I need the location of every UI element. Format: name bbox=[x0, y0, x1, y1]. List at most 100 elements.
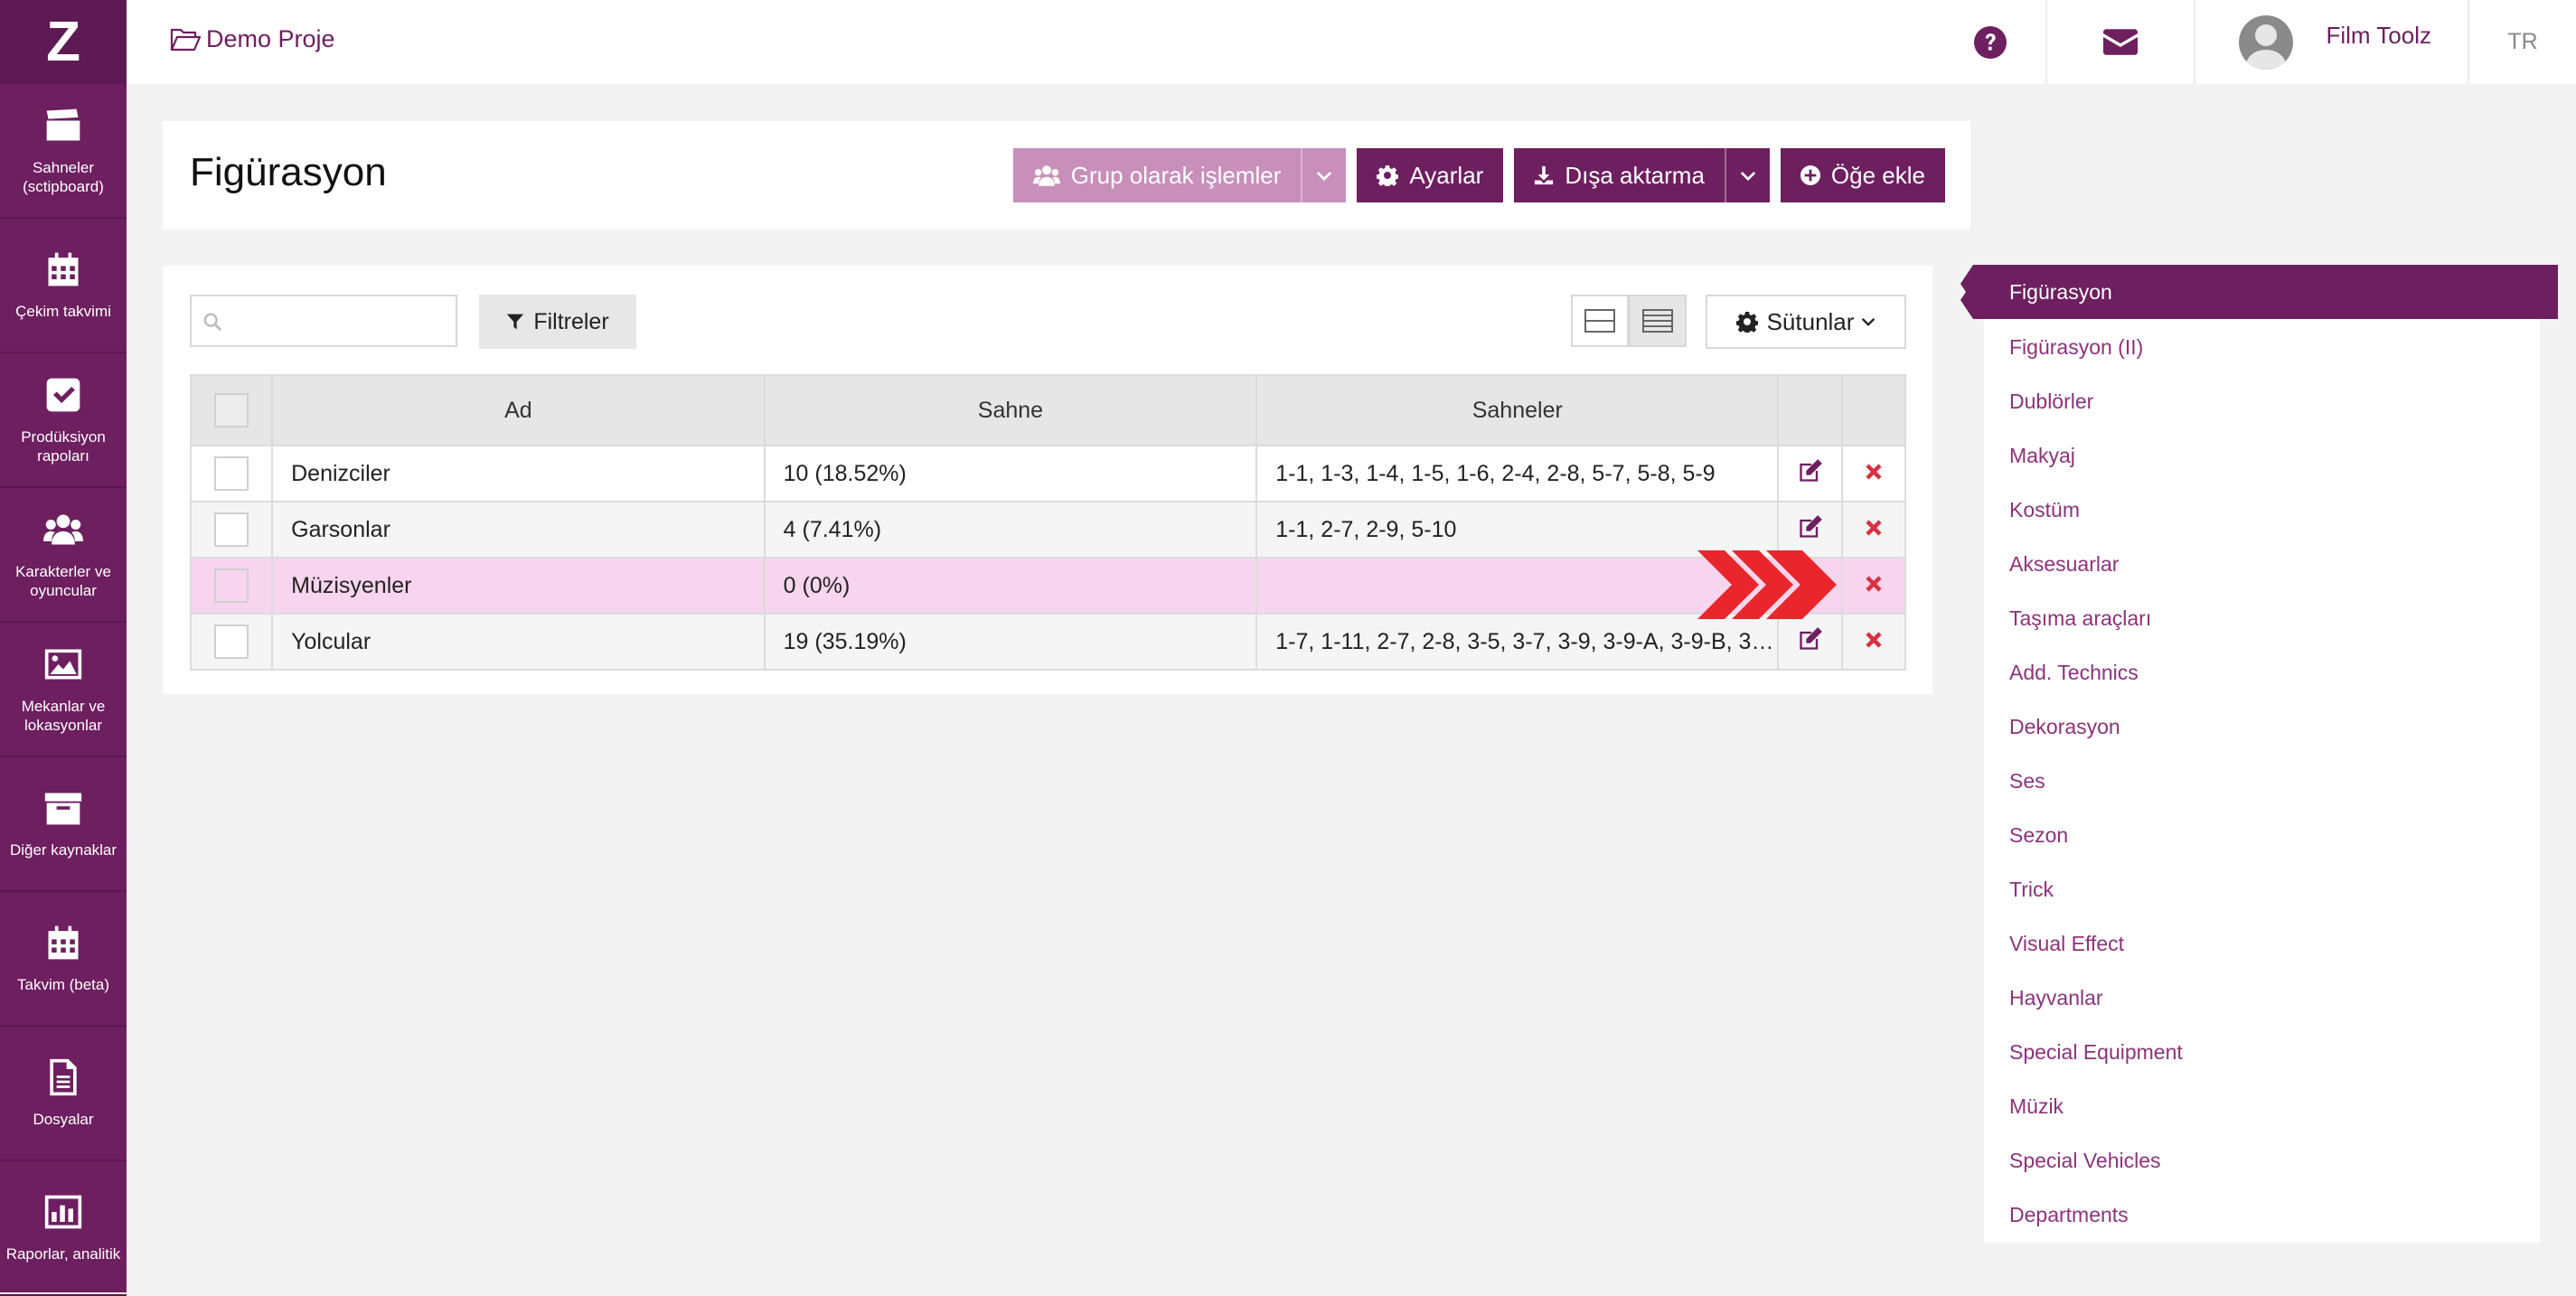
active-notch-icon bbox=[1948, 265, 1973, 319]
table-row[interactable]: Denizciler 10 (18.52%) 1-1, 1-3, 1-4, 1-… bbox=[189, 445, 1907, 502]
app-logo[interactable]: Z bbox=[0, 0, 127, 84]
edit-cell bbox=[1777, 501, 1843, 559]
table-row[interactable]: Garsonlar 4 (7.41%) 1-1, 2-7, 2-9, 5-10 bbox=[189, 501, 1907, 559]
sidebar-item-reports[interactable]: Raporlar, analitik bbox=[0, 1161, 127, 1296]
category-item[interactable]: Hayvanlar bbox=[2009, 986, 2103, 1010]
sidebar-item-scenes[interactable]: Sahneler (sctipboard) bbox=[0, 84, 127, 219]
search-input[interactable] bbox=[190, 295, 457, 347]
category-item[interactable]: Dekorasyon bbox=[2009, 715, 2120, 739]
filter-icon bbox=[507, 314, 524, 330]
category-item[interactable]: Add. Technics bbox=[2009, 661, 2139, 685]
row-checkbox[interactable] bbox=[214, 568, 249, 603]
delete-cell bbox=[1840, 613, 1907, 671]
filters-label: Filtreler bbox=[533, 308, 609, 334]
category-item[interactable]: Dublörler bbox=[2009, 390, 2093, 414]
chevron-down-icon bbox=[1862, 317, 1876, 326]
edit-cell bbox=[1777, 613, 1843, 671]
cell-ad: Müzisyenler bbox=[271, 557, 766, 615]
delete-icon[interactable] bbox=[1865, 519, 1883, 537]
checkbox-icon bbox=[46, 378, 80, 411]
delete-cell bbox=[1840, 501, 1907, 559]
help-button[interactable] bbox=[1935, 0, 2045, 84]
category-item[interactable]: Kostüm bbox=[2009, 498, 2080, 522]
question-circle-icon bbox=[1974, 25, 2007, 59]
row-checkbox-cell bbox=[189, 501, 274, 559]
logo-text: Z bbox=[46, 11, 80, 73]
row-checkbox-cell bbox=[189, 613, 274, 671]
row-checkbox[interactable] bbox=[214, 456, 249, 491]
sidebar-item-production-reports[interactable]: Prodüksiyon rapoları bbox=[0, 353, 127, 488]
top-bar: Demo Proje Film Toolz TR bbox=[127, 0, 2576, 84]
add-item-button[interactable]: Öğe ekle bbox=[1780, 148, 1945, 202]
category-item[interactable]: Taşıma araçları bbox=[2009, 606, 2151, 631]
language-switch[interactable]: TR bbox=[2468, 0, 2576, 84]
category-item[interactable]: Figürasyon (II) bbox=[2009, 335, 2143, 360]
row-checkbox[interactable] bbox=[214, 625, 249, 659]
cell-sahneler: 1-7, 1-11, 2-7, 2-8, 3-5, 3-7, 3-9, 3-9-… bbox=[1255, 613, 1780, 671]
messages-button[interactable] bbox=[2045, 0, 2194, 84]
category-item[interactable]: Special Equipment bbox=[2009, 1040, 2183, 1065]
sidebar-item-label: Dosyalar bbox=[33, 1111, 94, 1128]
cell-sahne: 19 (35.19%) bbox=[763, 613, 1258, 671]
delete-icon[interactable] bbox=[1865, 631, 1883, 649]
columns-label: Sütunlar bbox=[1766, 307, 1855, 335]
edit-cell bbox=[1777, 445, 1843, 502]
category-item[interactable]: Aksesuarlar bbox=[2009, 552, 2119, 577]
group-actions-label: Grup olarak işlemler bbox=[1070, 161, 1282, 189]
folder-open-icon bbox=[170, 28, 201, 51]
group-actions-button[interactable]: Grup olarak işlemler bbox=[1012, 148, 1347, 202]
sidebar-item-label: Mekanlar ve lokasyonlar bbox=[21, 697, 106, 734]
image-icon bbox=[44, 649, 82, 679]
category-item[interactable]: Makyaj bbox=[2009, 444, 2075, 468]
column-header-sahne[interactable]: Sahne bbox=[763, 374, 1258, 446]
sidebar-item-shooting-schedule[interactable]: Çekim takvimi bbox=[0, 219, 127, 353]
sidebar-item-calendar-beta[interactable]: Takvim (beta) bbox=[0, 892, 127, 1027]
sidebar-item-label: Takvim (beta) bbox=[16, 976, 110, 993]
user-name: Film Toolz bbox=[2326, 22, 2431, 49]
export-button[interactable]: Dışa aktarma bbox=[1514, 148, 1770, 202]
settings-button[interactable]: Ayarlar bbox=[1357, 148, 1504, 202]
table-row[interactable]: Müzisyenler 0 (0%) bbox=[189, 557, 1907, 615]
export-dropdown[interactable] bbox=[1724, 148, 1770, 202]
column-header-delete bbox=[1840, 374, 1907, 446]
project-name: Demo Proje bbox=[206, 25, 335, 52]
sidebar-item-label: Çekim takvimi bbox=[15, 303, 111, 320]
select-all-checkbox[interactable] bbox=[214, 393, 249, 427]
table-header-row: Ad Sahne Sahneler bbox=[189, 374, 1907, 446]
category-item[interactable]: Visual Effect bbox=[2009, 932, 2124, 956]
category-item[interactable]: Special Vehicles bbox=[2009, 1149, 2161, 1173]
category-item-active[interactable]: Figürasyon bbox=[1948, 265, 2558, 319]
view-detailed-button[interactable] bbox=[1629, 295, 1687, 347]
user-menu[interactable]: Film Toolz bbox=[2194, 0, 2468, 84]
filters-button[interactable]: Filtreler bbox=[479, 295, 636, 349]
edit-icon[interactable] bbox=[1798, 626, 1823, 652]
sidebar-item-other-resources[interactable]: Diğer kaynaklar bbox=[0, 757, 127, 892]
sidebar-item-locations[interactable]: Mekanlar ve lokasyonlar bbox=[0, 623, 127, 757]
project-link[interactable]: Demo Proje bbox=[170, 25, 335, 53]
list-rows-icon bbox=[1642, 309, 1673, 333]
sidebar-item-files[interactable]: Dosyalar bbox=[0, 1027, 127, 1161]
column-header-ad[interactable]: Ad bbox=[271, 374, 766, 446]
clapperboard-icon bbox=[46, 108, 80, 140]
file-icon bbox=[50, 1058, 77, 1096]
sidebar-item-label: Raporlar, analitik bbox=[5, 1245, 121, 1263]
delete-icon[interactable] bbox=[1865, 575, 1883, 593]
page-header: Figürasyon Grup olarak işlemler Ayarlar … bbox=[163, 121, 1970, 230]
delete-icon[interactable] bbox=[1865, 463, 1883, 481]
bar-chart-icon bbox=[44, 1195, 82, 1229]
edit-icon[interactable] bbox=[1798, 458, 1823, 484]
columns-button[interactable]: Sütunlar bbox=[1706, 295, 1906, 349]
category-item[interactable]: Sezon bbox=[2009, 823, 2068, 848]
column-header-sahneler[interactable]: Sahneler bbox=[1255, 374, 1780, 446]
group-actions-dropdown[interactable] bbox=[1301, 148, 1346, 202]
sidebar-item-characters[interactable]: Karakterler ve oyuncular bbox=[0, 488, 127, 623]
category-item[interactable]: Müzik bbox=[2009, 1094, 2064, 1119]
row-checkbox[interactable] bbox=[214, 512, 249, 547]
table-row[interactable]: Yolcular 19 (35.19%) 1-7, 1-11, 2-7, 2-8… bbox=[189, 613, 1907, 671]
category-item[interactable]: Ses bbox=[2009, 769, 2045, 794]
gear-icon bbox=[1377, 165, 1399, 186]
category-item[interactable]: Departments bbox=[2009, 1203, 2129, 1227]
category-item[interactable]: Trick bbox=[2009, 878, 2054, 902]
view-compact-button[interactable] bbox=[1571, 295, 1629, 347]
edit-icon[interactable] bbox=[1798, 514, 1823, 540]
